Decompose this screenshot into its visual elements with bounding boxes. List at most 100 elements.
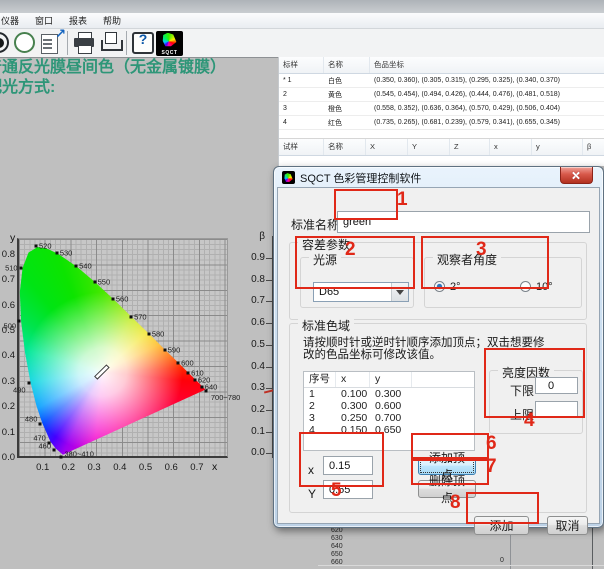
y-tick: 0.1 (0, 427, 15, 438)
chevron-down-icon[interactable] (391, 283, 408, 301)
column-header[interactable]: x (490, 139, 532, 155)
beta-tick (266, 258, 272, 259)
vertex-row[interactable]: 20.3000.600 (304, 400, 474, 412)
column-header[interactable]: 名称 (324, 57, 370, 73)
beta-axis-title: β (235, 231, 265, 242)
column-header[interactable]: 试样 (279, 139, 324, 155)
green-circle-icon[interactable] (12, 30, 38, 56)
beta-tick-label: 0.1 (235, 426, 265, 437)
coords-cell: (0.735, 0.265), (0.681, 0.239), (0.579, … (370, 119, 604, 126)
beta-tick (266, 432, 272, 433)
annotation-number-1: 1 (397, 190, 408, 209)
close-icon[interactable] (560, 167, 593, 184)
wavelength-row: 620 (331, 527, 343, 534)
beta-tick-label: 0.3 (235, 382, 265, 393)
dialog-app-icon (282, 171, 295, 184)
observer-group-label: 观察者角度 (433, 251, 501, 268)
annotation-number-6: 6 (486, 434, 497, 453)
tables-panel: 标样名称色品坐标 * 1白色(0.350, 0.360), (0.305, 0.… (278, 57, 604, 166)
y-tick: 0.0 (0, 452, 15, 463)
zero-value: 0 (500, 557, 504, 564)
annotation-number-5: 5 (331, 481, 342, 500)
beta-tick-label: 0.6 (235, 317, 265, 328)
document-heading: 普通反光膜昼间色（无金属镀膜） 配光方式: (0, 58, 300, 102)
cell: 3 (279, 105, 324, 112)
white-gamut-polygon (19, 239, 230, 459)
toolbar-separator (67, 31, 68, 55)
table-row[interactable]: * 1白色(0.350, 0.360), (0.305, 0.315), (0.… (279, 74, 604, 88)
vertex-row[interactable]: 30.2500.700 (304, 412, 474, 424)
menu-bar: 仪器窗口报表帮助 (0, 13, 604, 29)
lower-limit-label: 下限 (510, 382, 534, 399)
annotation-number-3: 3 (476, 240, 487, 259)
output-tray-icon[interactable] (97, 30, 123, 56)
column-header[interactable]: X (366, 139, 408, 155)
cell: 0.300 (370, 388, 412, 400)
column-header[interactable]: 名称 (324, 139, 366, 155)
beta-tick-label: 0.5 (235, 339, 265, 350)
vertex-table[interactable]: 序号xy 10.1000.30020.3000.60030.2500.70040… (303, 371, 475, 451)
cell: 0.300 (336, 400, 370, 412)
column-header[interactable]: y (532, 139, 583, 155)
arrow-up-right-icon: ↗ (55, 26, 66, 42)
x-coord-input[interactable] (323, 456, 373, 475)
print-icon[interactable] (71, 30, 97, 56)
beta-tick (266, 345, 272, 346)
column-header[interactable]: Y (408, 139, 450, 155)
x-tick: 0.4 (113, 462, 126, 473)
beta-tick-label: 0.8 (235, 274, 265, 285)
beta-tick (266, 453, 272, 454)
cell: 白色 (324, 76, 370, 86)
column-header: x (336, 372, 370, 387)
sqct-app-icon[interactable]: SQCT (156, 31, 183, 56)
cie-horseshoe-icon (162, 33, 177, 47)
menu-item[interactable]: 仪器 (0, 14, 27, 27)
table-row[interactable]: 3橙色(0.558, 0.352), (0.636, 0.364), (0.57… (279, 102, 604, 116)
column-header[interactable]: 色品坐标 (370, 57, 604, 73)
vertex-row[interactable]: 40.1500.650 (304, 424, 474, 436)
beta-tick-label: 0.9 (235, 252, 265, 263)
samples-table-header: 试样名称XYZxyβ (279, 139, 604, 156)
dialog-title-bar[interactable]: SQCT 色彩管理控制软件 (282, 170, 421, 185)
y-tick: 0.2 (0, 401, 15, 412)
light-source-select[interactable]: D65 (313, 282, 409, 302)
y-tick: 0.4 (0, 350, 15, 361)
observer-2deg-radio[interactable] (434, 281, 445, 292)
cell: 4 (304, 424, 336, 436)
column-header[interactable]: Z (450, 139, 490, 155)
add-button[interactable]: 添加 (474, 516, 529, 535)
beta-tick-label: 0.0 (235, 447, 265, 458)
column-header[interactable]: 标样 (279, 57, 324, 73)
beta-tick (266, 323, 272, 324)
wavelength-row: 650 (331, 551, 343, 558)
y-tick: 0.7 (0, 274, 15, 285)
beta-tick (266, 301, 272, 302)
report-export-icon[interactable]: ↗ (38, 30, 64, 56)
menu-item[interactable]: 帮助 (95, 14, 129, 27)
cie-diagram-plot (17, 238, 228, 458)
x-axis-label: x (212, 461, 217, 473)
y-axis-label: y (10, 232, 15, 244)
column-header[interactable]: β (583, 139, 604, 155)
dialog-body: 标准名称: 容差参数 光源 D65 观察者角度 2° 10° 标准色域 请按顺时… (277, 187, 600, 524)
dialog-title: SQCT 色彩管理控制软件 (300, 170, 421, 186)
target-circle-icon[interactable] (0, 30, 12, 56)
toolbar: ↗ ? SQCT (0, 29, 604, 58)
beta-tick (266, 280, 272, 281)
table-row[interactable]: 2黄色(0.545, 0.454), (0.494, 0.426), (0.44… (279, 88, 604, 102)
help-icon[interactable]: ? (130, 30, 156, 56)
delete-vertex-button[interactable]: 删除顶点 (418, 480, 476, 498)
x-tick: 0.5 (139, 462, 152, 473)
observer-group: 观察者角度 (424, 257, 582, 308)
lower-limit-input[interactable] (535, 377, 578, 394)
observer-10deg-radio[interactable] (520, 281, 531, 292)
y-coord-label: Y (308, 487, 316, 501)
cancel-button[interactable]: 取消 (547, 516, 588, 535)
standard-name-input[interactable] (337, 211, 590, 233)
vertex-row[interactable]: 10.1000.300 (304, 388, 474, 400)
upper-limit-input[interactable] (535, 401, 578, 418)
table-row[interactable]: 4红色(0.735, 0.265), (0.681, 0.239), (0.57… (279, 116, 604, 130)
menu-item[interactable]: 报表 (61, 14, 95, 27)
grid-line (592, 526, 593, 569)
heading-line2: 配光方式: (0, 78, 300, 98)
